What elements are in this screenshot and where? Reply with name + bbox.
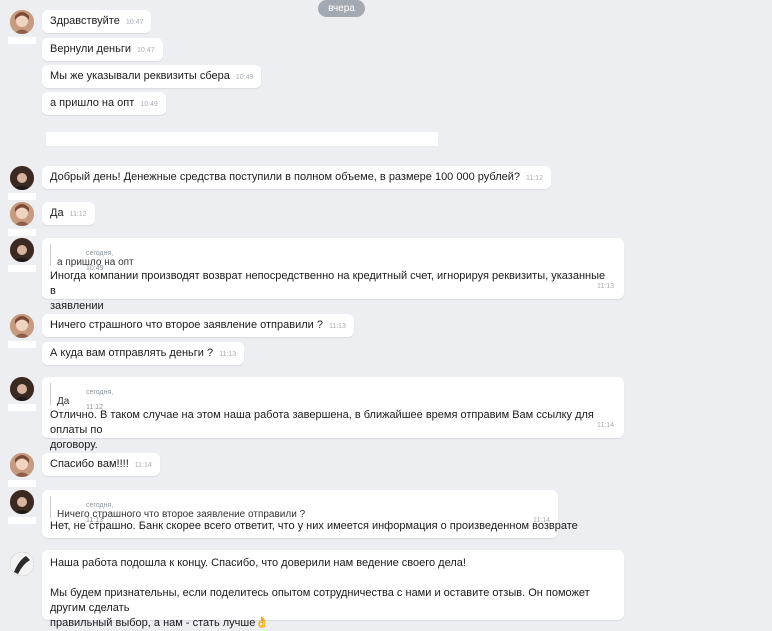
message-time: 11:12 (526, 175, 543, 182)
quoted-message[interactable]: сегодня, 11:13 Ничего страшного что втор… (50, 496, 305, 524)
message-text: Добрый день! Денежные средства поступили… (50, 171, 520, 183)
manager-photo-icon (10, 238, 34, 262)
message-text: Здравствуйте (50, 15, 120, 27)
message-bubble: Ничего страшного что второе заявление от… (42, 314, 354, 337)
manager-photo-icon (10, 377, 34, 401)
message-bubble: Мы же указывали реквизиты сбера 10:49 (42, 65, 262, 88)
message-text: Да (50, 207, 64, 219)
manager-photo-icon (10, 490, 34, 514)
message-text: Мы же указывали реквизиты сбера (50, 70, 230, 82)
manager-photo-icon (10, 552, 34, 576)
message-time: 10:47 (125, 19, 144, 26)
chat-window: вчера Здравствуйте 10:47 Вернули деньги 10… (0, 0, 772, 629)
message-time: 11:13 (328, 323, 346, 330)
message-bubble: Да 11:12 (42, 202, 95, 225)
client-avatar[interactable] (10, 202, 34, 226)
sender-name-redacted (8, 404, 36, 411)
client-photo-icon (10, 314, 34, 338)
message-bubble: Вернули деньги 10:47 (42, 38, 163, 61)
message-text: Ничего страшного что второе заявление от… (50, 319, 323, 331)
message-time: 11:14 (533, 517, 550, 524)
sender-name-redacted (8, 517, 36, 524)
reply-message-bubble: сегодня, 11:13 Ничего страшного что втор… (42, 490, 578, 538)
reply-message-bubble: сегодня, 10:49 а пришло на опт Иногда ко… (42, 238, 624, 312)
client-avatar[interactable] (10, 10, 34, 34)
message-text: а пришло на опт (50, 97, 135, 109)
message-time: 10:49 (140, 101, 158, 108)
message-text: А куда вам отправлять деньги ? (50, 347, 214, 359)
quote-text: Да (57, 396, 70, 407)
sender-name-redacted (8, 37, 36, 44)
manager-avatar[interactable] (10, 377, 34, 401)
message-text: Наша работа подошла к концу. Спасибо, чт… (50, 557, 590, 629)
message-time: 10:49 (235, 74, 254, 81)
quote-text: а пришло на опт (57, 257, 134, 268)
message-text: Отлично. В таком случае на этом наша раб… (50, 409, 594, 451)
quoted-message[interactable]: сегодня, 11:12 Да (50, 383, 113, 411)
reply-message-bubble: сегодня, 11:12 Да Отлично. В таком случа… (42, 377, 624, 451)
ok-hand-emoji-icon: 👌 (255, 617, 270, 629)
sender-name-redacted (8, 265, 36, 272)
message-bubble: Здравствуйте 10:47 (42, 10, 152, 33)
message-text: Иногда компании производят возврат непос… (50, 270, 606, 312)
manager-avatar[interactable] (10, 238, 34, 262)
message-time: 10:47 (137, 47, 155, 54)
message-bubble: Добрый день! Денежные средства поступили… (42, 166, 551, 189)
redacted-area (46, 132, 438, 146)
message-time: 11:14 (597, 422, 614, 429)
message-text: Нет, не страшно. Банк скорее всего ответ… (50, 520, 578, 532)
manager-avatar[interactable] (10, 552, 34, 576)
manager-avatar[interactable] (10, 490, 34, 514)
sender-name-redacted (8, 480, 36, 487)
date-divider: вчера (318, 0, 365, 17)
client-avatar[interactable] (10, 453, 34, 477)
message-time: 11:13 (597, 283, 614, 290)
manager-avatar[interactable] (10, 166, 34, 190)
message-bubble: Наша работа подошла к концу. Спасибо, чт… (42, 550, 624, 629)
sender-name-redacted (8, 341, 36, 348)
message-bubble: А куда вам отправлять деньги ? 11:13 (42, 342, 245, 365)
client-photo-icon (10, 10, 34, 34)
message-time: 11:12 (69, 211, 87, 218)
message-text: Спасибо вам!!!! (50, 458, 129, 470)
message-bubble: а пришло на опт 10:49 (42, 92, 166, 115)
sender-name-redacted (8, 193, 36, 200)
client-avatar[interactable] (10, 314, 34, 338)
manager-photo-icon (10, 166, 34, 190)
quoted-message[interactable]: сегодня, 10:49 а пришло на опт (50, 244, 134, 272)
message-text: Вернули деньги (50, 43, 132, 55)
client-photo-icon (10, 453, 34, 477)
message-bubble: Спасибо вам!!!! 11:14 (42, 453, 160, 476)
message-time: 11:13 (219, 351, 237, 358)
message-time: 11:14 (134, 462, 152, 469)
client-photo-icon (10, 202, 34, 226)
sender-name-redacted (8, 229, 36, 236)
